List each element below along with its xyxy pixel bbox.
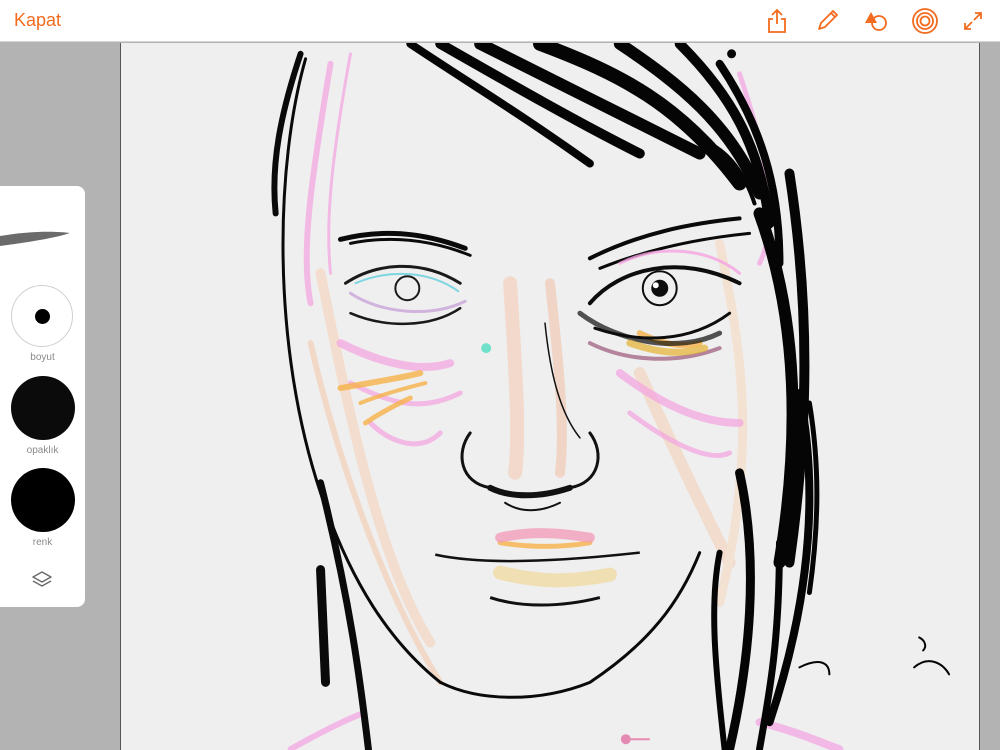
size-dot [35, 309, 50, 324]
close-button[interactable]: Kapat [14, 10, 61, 31]
shapes-icon[interactable] [861, 6, 891, 36]
brush-size-control[interactable] [11, 285, 73, 347]
drawing-canvas[interactable] [120, 43, 980, 750]
target-icon[interactable] [910, 6, 940, 36]
brush-panel: boyut opaklık renk [0, 186, 85, 607]
expand-icon[interactable] [958, 6, 988, 36]
pencil-icon[interactable] [812, 6, 842, 36]
share-icon[interactable] [762, 6, 792, 36]
brush-preview[interactable] [0, 206, 75, 246]
face-drawing [271, 43, 951, 750]
color-label: renk [32, 537, 53, 548]
color-control[interactable] [11, 468, 75, 532]
size-label: boyut [30, 352, 55, 363]
opacity-label: opaklık [26, 445, 59, 456]
layers-icon[interactable] [30, 569, 54, 591]
opacity-control[interactable] [11, 376, 75, 440]
top-toolbar: Kapat [0, 0, 1000, 42]
